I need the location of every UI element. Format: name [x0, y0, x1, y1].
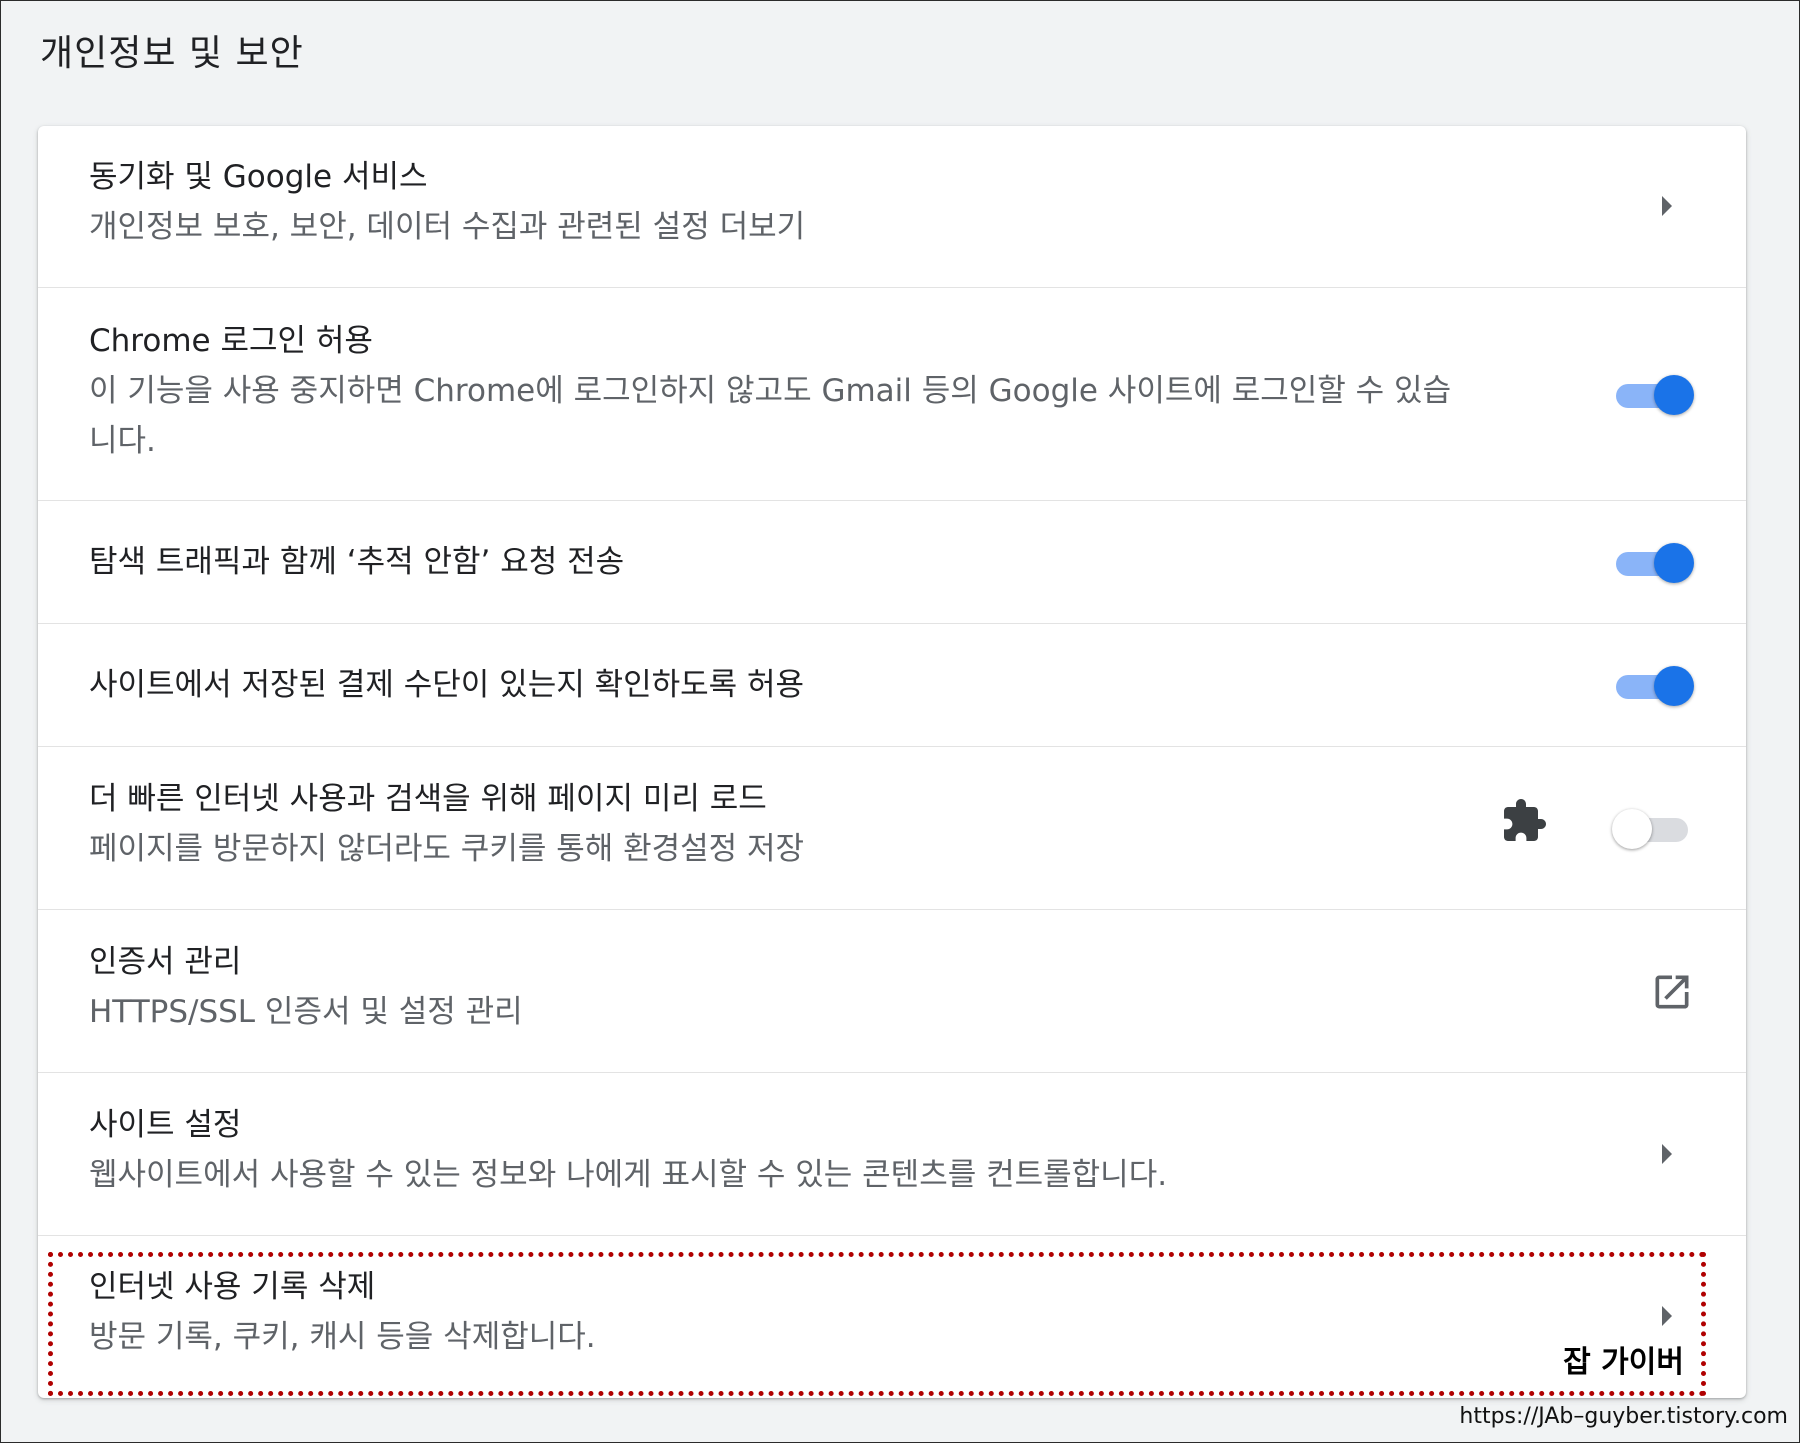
- row-label: 동기화 및 Google 서비스: [89, 159, 428, 195]
- row-sublabel: 방문 기록, 쿠키, 캐시 등을 삭제합니다.: [89, 1319, 596, 1355]
- row-clear-browsing-data[interactable]: 인터넷 사용 기록 삭제 방문 기록, 쿠키, 캐시 등을 삭제합니다.: [38, 1235, 1746, 1398]
- row-text: 동기화 및 Google 서비스 개인정보 보호, 보안, 데이터 수집과 관련…: [89, 152, 805, 252]
- section-title: 개인정보 및 보안: [40, 33, 304, 74]
- row-label: 인증서 관리: [89, 944, 242, 980]
- extension-puzzle-icon[interactable]: [1500, 797, 1548, 845]
- row-label: 사이트에서 저장된 결제 수단이 있는지 확인하도록 허용: [89, 667, 805, 703]
- row-chrome-sign-in: Chrome 로그인 허용 이 기능을 사용 중지하면 Chrome에 로그인하…: [38, 287, 1746, 500]
- toggle-chrome-sign-in[interactable]: [1616, 373, 1694, 417]
- chevron-right-icon[interactable]: [1662, 196, 1672, 216]
- row-sublabel: 개인정보 보호, 보안, 데이터 수집과 관련된 설정 더보기: [89, 209, 806, 245]
- chevron-right-icon[interactable]: [1662, 1306, 1672, 1326]
- toggle-do-not-track[interactable]: [1616, 541, 1694, 585]
- row-do-not-track: 탐색 트래픽과 함께 ‘추적 안함’ 요청 전송: [38, 500, 1746, 623]
- row-label: 더 빠른 인터넷 사용과 검색을 위해 페이지 미리 로드: [89, 781, 767, 817]
- row-text: 인증서 관리 HTTPS/SSL 인증서 및 설정 관리: [89, 937, 523, 1037]
- row-sublabel: 웹사이트에서 사용할 수 있는 정보와 나에게 표시할 수 있는 콘텐츠를 컨트…: [89, 1157, 1168, 1193]
- row-text: 인터넷 사용 기록 삭제 방문 기록, 쿠키, 캐시 등을 삭제합니다.: [89, 1262, 596, 1362]
- chevron-right-icon[interactable]: [1662, 1144, 1672, 1164]
- row-text: 탐색 트래픽과 함께 ‘추적 안함’ 요청 전송: [89, 537, 624, 587]
- toggle-knob: [1654, 375, 1694, 415]
- row-manage-certificates[interactable]: 인증서 관리 HTTPS/SSL 인증서 및 설정 관리: [38, 909, 1746, 1072]
- watermark-text: 잡 가이버: [1563, 1345, 1684, 1380]
- row-sublabel-line-2: 니다.: [89, 423, 156, 459]
- row-label: 탐색 트래픽과 함께 ‘추적 안함’ 요청 전송: [89, 544, 625, 580]
- row-label: Chrome 로그인 허용: [89, 323, 373, 359]
- toggle-knob: [1654, 666, 1694, 706]
- privacy-security-card: 동기화 및 Google 서비스 개인정보 보호, 보안, 데이터 수집과 관련…: [38, 126, 1746, 1398]
- row-sublabel-line-1: 이 기능을 사용 중지하면 Chrome에 로그인하지 않고도 Gmail 등의…: [89, 373, 1452, 409]
- toggle-knob: [1654, 543, 1694, 583]
- toggle-knob: [1612, 809, 1652, 849]
- row-sublabel: HTTPS/SSL 인증서 및 설정 관리: [89, 994, 523, 1030]
- row-payment-methods: 사이트에서 저장된 결제 수단이 있는지 확인하도록 허용: [38, 623, 1746, 746]
- row-sublabel: 페이지를 방문하지 않더라도 쿠키를 통해 환경설정 저장: [89, 831, 805, 867]
- toggle-payment-methods[interactable]: [1616, 664, 1694, 708]
- row-text: Chrome 로그인 허용 이 기능을 사용 중지하면 Chrome에 로그인하…: [89, 316, 1451, 466]
- row-label: 인터넷 사용 기록 삭제: [89, 1269, 376, 1305]
- toggle-preload-pages[interactable]: [1612, 807, 1694, 851]
- row-preload-pages: 더 빠른 인터넷 사용과 검색을 위해 페이지 미리 로드 페이지를 방문하지 …: [38, 746, 1746, 909]
- row-text: 사이트 설정 웹사이트에서 사용할 수 있는 정보와 나에게 표시할 수 있는 …: [89, 1100, 1167, 1200]
- url-caption: https://JAb–guyber.tistory.com: [1459, 1404, 1788, 1429]
- open-in-new-icon[interactable]: [1650, 970, 1694, 1014]
- row-sync-google-services[interactable]: 동기화 및 Google 서비스 개인정보 보호, 보안, 데이터 수집과 관련…: [38, 126, 1746, 287]
- row-text: 더 빠른 인터넷 사용과 검색을 위해 페이지 미리 로드 페이지를 방문하지 …: [89, 774, 804, 874]
- row-text: 사이트에서 저장된 결제 수단이 있는지 확인하도록 허용: [89, 660, 804, 710]
- row-label: 사이트 설정: [89, 1107, 242, 1143]
- row-site-settings[interactable]: 사이트 설정 웹사이트에서 사용할 수 있는 정보와 나에게 표시할 수 있는 …: [38, 1072, 1746, 1235]
